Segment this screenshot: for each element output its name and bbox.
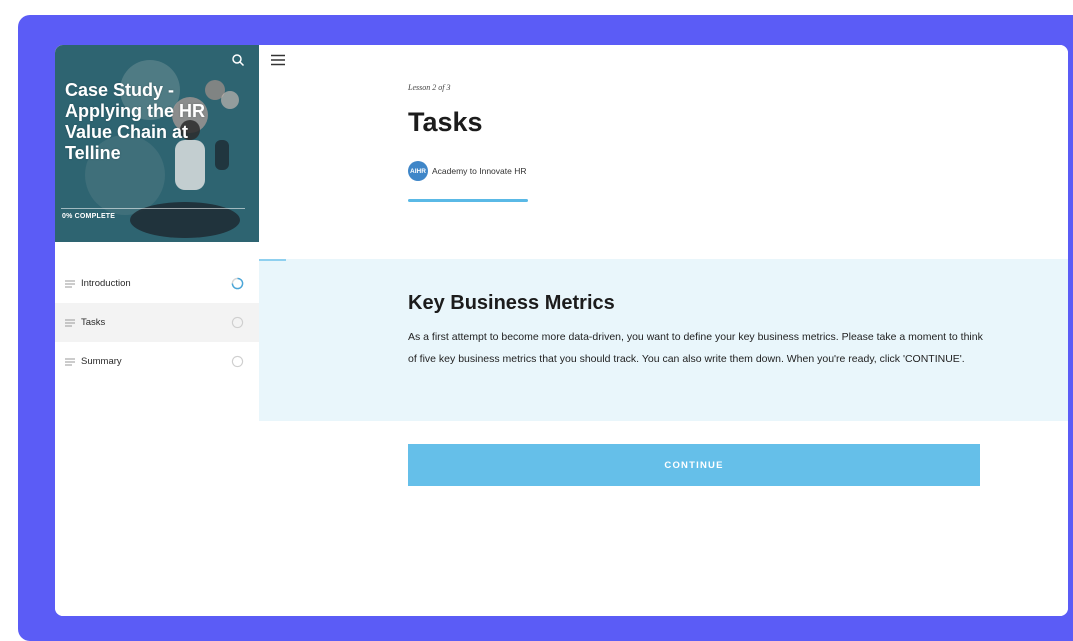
course-title: Case Study - Applying the HR Value Chain…: [65, 80, 205, 163]
menu-icon[interactable]: [271, 53, 285, 66]
sidebar-item-label: Introduction: [81, 278, 131, 289]
lesson-content: Lesson 2 of 3 Tasks AIHR Academy to Inno…: [259, 45, 1068, 616]
section-heading: Key Business Metrics: [408, 292, 615, 314]
course-sidebar: Case Study - Applying the HR Value Chain…: [55, 45, 260, 616]
course-progress-bar: [61, 208, 245, 209]
title-divider: [408, 199, 528, 202]
lesson-list-icon: [65, 280, 75, 287]
sidebar-item-tasks[interactable]: Tasks: [55, 303, 259, 342]
sidebar-item-label: Summary: [81, 356, 122, 367]
author-name: Academy to Innovate HR: [432, 166, 527, 176]
author-logo: AIHR: [408, 161, 428, 181]
lesson-counter: Lesson 2 of 3: [408, 83, 451, 92]
section-body: As a first attempt to become more data-d…: [408, 331, 983, 365]
lesson-list-icon: [65, 358, 75, 365]
sidebar-item-summary[interactable]: Summary: [55, 342, 259, 381]
continue-button[interactable]: CONTINUE: [408, 444, 980, 486]
sidebar-item-label: Tasks: [81, 317, 106, 328]
app-window: Case Study - Applying the HR Value Chain…: [55, 45, 1068, 616]
lesson-nav: Introduction Tasks Summary: [55, 264, 259, 381]
section-accent: [259, 259, 286, 261]
lesson-title: Tasks: [408, 107, 483, 137]
course-hero: Case Study - Applying the HR Value Chain…: [55, 45, 259, 242]
progress-ring-icon: [231, 355, 244, 368]
lesson-list-icon: [65, 319, 75, 326]
sidebar-item-introduction[interactable]: Introduction: [55, 264, 259, 303]
content-block: Key Business Metrics As a first attempt …: [259, 259, 1068, 421]
progress-ring-icon: [231, 316, 244, 329]
course-progress-text: 0% COMPLETE: [62, 213, 116, 220]
progress-ring-icon: [231, 277, 244, 290]
search-icon[interactable]: [231, 53, 245, 67]
author-byline: AIHR Academy to Innovate HR: [408, 161, 527, 181]
